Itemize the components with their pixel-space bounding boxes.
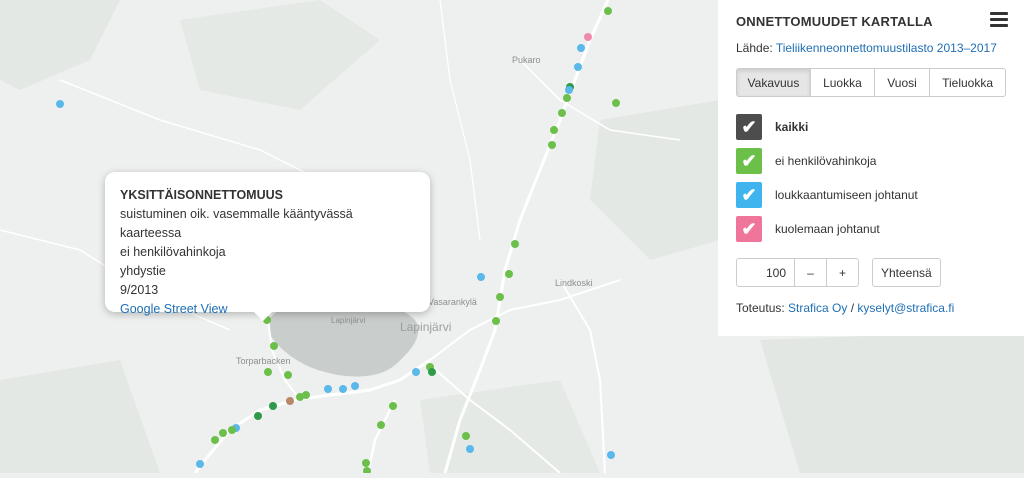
place-label-pukaro: Pukaro — [512, 55, 541, 65]
accident-marker[interactable] — [577, 44, 585, 52]
accident-marker[interactable] — [412, 368, 420, 376]
accident-marker[interactable] — [324, 385, 332, 393]
popup-accident-type: YKSITTÄISONNETTOMUUS — [120, 188, 283, 202]
legend-item-fatal[interactable]: ✔ kuolemaan johtanut — [736, 216, 1006, 242]
legend-label: loukkaantumiseen johtanut — [775, 188, 918, 202]
street-view-link[interactable]: Google Street View — [120, 302, 227, 316]
checkbox-icon[interactable]: ✔ — [736, 216, 762, 242]
company-link[interactable]: Strafica Oy — [788, 301, 847, 315]
accident-marker[interactable] — [565, 86, 573, 94]
increment-button[interactable]: + — [827, 259, 858, 286]
tab-luokka[interactable]: Luokka — [809, 68, 875, 97]
legend-item-injury[interactable]: ✔ loukkaantumiseen johtanut — [736, 182, 1006, 208]
accident-marker[interactable] — [254, 412, 262, 420]
tab-tieluokka[interactable]: Tieluokka — [929, 68, 1007, 97]
accident-marker[interactable] — [607, 451, 615, 459]
accident-marker[interactable] — [296, 393, 304, 401]
total-button[interactable]: Yhteensä — [872, 258, 941, 287]
accident-marker[interactable] — [511, 240, 519, 248]
popup-date: 9/2013 — [120, 283, 159, 297]
source-line: Lähde: Tieliikenneonnettomuustilasto 201… — [736, 41, 1006, 55]
credits-label: Toteutus: — [736, 301, 789, 315]
accident-marker[interactable] — [286, 397, 294, 405]
source-label: Lähde: — [736, 41, 776, 55]
count-input[interactable]: 100 — [737, 259, 795, 286]
accident-marker[interactable] — [496, 293, 504, 301]
popup-tip — [253, 311, 273, 321]
accident-popup: YKSITTÄISONNETTOMUUS suistuminen oik. va… — [105, 172, 430, 321]
checkbox-icon[interactable]: ✔ — [736, 148, 762, 174]
email-link[interactable]: kyselyt@strafica.fi — [857, 301, 954, 315]
accident-marker[interactable] — [270, 342, 278, 350]
place-label-vasarankyla: Vasarankylä — [428, 297, 477, 307]
accident-marker[interactable] — [550, 126, 558, 134]
accident-marker[interactable] — [219, 429, 227, 437]
popup-severity: ei henkilövahinkoja — [120, 245, 226, 259]
legend-label: ei henkilövahinkoja — [775, 154, 877, 168]
credits-separator: / — [847, 301, 858, 315]
popup-description: suistuminen oik. vasemmalle kääntyvässä … — [120, 207, 353, 240]
accident-marker[interactable] — [377, 421, 385, 429]
accident-marker[interactable] — [211, 436, 219, 444]
accident-marker[interactable] — [466, 445, 474, 453]
accident-marker[interactable] — [604, 7, 612, 15]
tab-vuosi[interactable]: Vuosi — [873, 68, 931, 97]
legend-item-all[interactable]: ✔ kaikki — [736, 114, 1006, 140]
accident-marker[interactable] — [389, 402, 397, 410]
accident-marker[interactable] — [196, 460, 204, 468]
accident-marker[interactable] — [584, 33, 592, 41]
tab-group: Vakavuus Luokka Vuosi Tieluokka — [736, 68, 1007, 97]
legend-label: kaikki — [775, 120, 809, 134]
legend: ✔ kaikki ✔ ei henkilövahinkoja ✔ loukkaa… — [736, 114, 1006, 242]
checkbox-icon[interactable]: ✔ — [736, 114, 762, 140]
accident-marker[interactable] — [558, 109, 566, 117]
accident-marker[interactable] — [505, 270, 513, 278]
accident-marker[interactable] — [612, 99, 620, 107]
accident-marker[interactable] — [228, 426, 236, 434]
accident-marker[interactable] — [574, 63, 582, 71]
place-label-lapinjarvi: Lapinjärvi — [400, 320, 452, 334]
checkbox-icon[interactable]: ✔ — [736, 182, 762, 208]
accident-marker[interactable] — [264, 368, 272, 376]
accident-marker[interactable] — [492, 317, 500, 325]
decrement-button[interactable]: – — [795, 259, 827, 286]
accident-marker[interactable] — [477, 273, 485, 281]
accident-marker[interactable] — [56, 100, 64, 108]
accident-marker[interactable] — [428, 368, 436, 376]
menu-icon[interactable] — [990, 12, 1008, 28]
accident-marker[interactable] — [284, 371, 292, 379]
credits-line: Toteutus: Strafica Oy / kyselyt@strafica… — [736, 301, 1006, 315]
control-panel: ONNETTOMUUDET KARTALLA Lähde: Tieliikenn… — [718, 0, 1024, 336]
count-stepper: 100 – + — [736, 258, 859, 287]
tab-vakavuus[interactable]: Vakavuus — [736, 68, 811, 97]
place-label-lindkoski: Lindkoski — [555, 278, 593, 288]
accident-marker[interactable] — [269, 402, 277, 410]
accident-marker[interactable] — [462, 432, 470, 440]
count-controls: 100 – + Yhteensä — [736, 258, 1006, 287]
legend-item-no-injuries[interactable]: ✔ ei henkilövahinkoja — [736, 148, 1006, 174]
accident-marker[interactable] — [351, 382, 359, 390]
accident-marker[interactable] — [563, 94, 571, 102]
legend-label: kuolemaan johtanut — [775, 222, 880, 236]
accident-marker[interactable] — [548, 141, 556, 149]
place-label-torparbacken: Torparbacken — [236, 356, 291, 366]
accident-marker[interactable] — [362, 459, 370, 467]
accident-marker[interactable] — [339, 385, 347, 393]
popup-road-type: yhdystie — [120, 264, 166, 278]
source-link[interactable]: Tieliikenneonnettomuustilasto 2013–2017 — [776, 41, 997, 55]
panel-title: ONNETTOMUUDET KARTALLA — [736, 14, 933, 29]
